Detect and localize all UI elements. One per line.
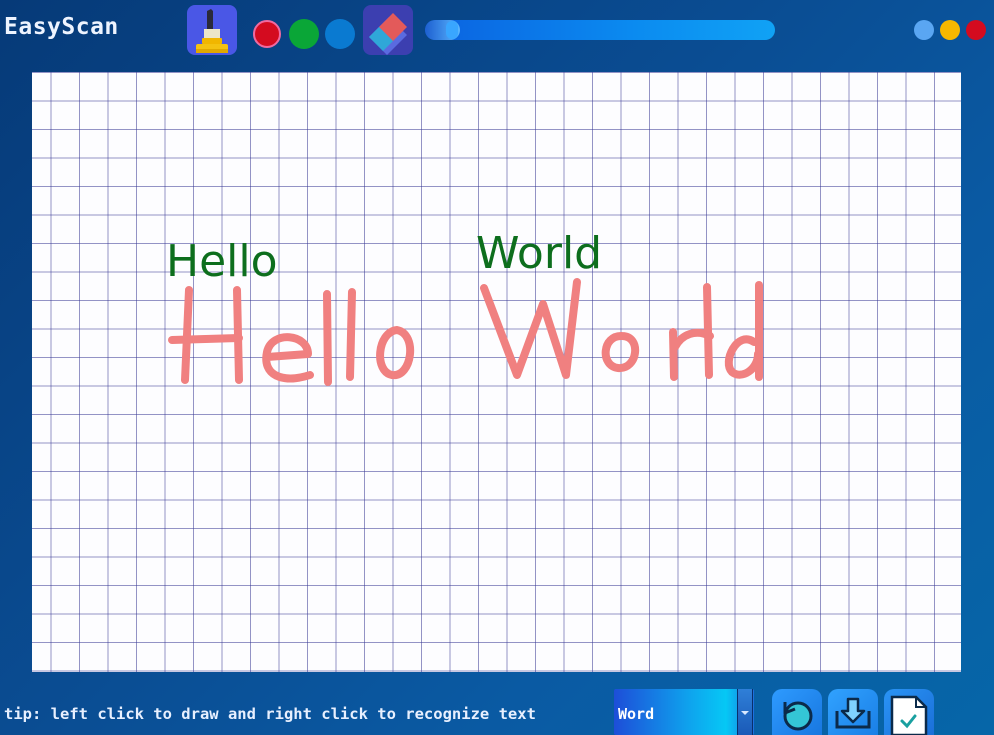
handwritten-letter-w bbox=[480, 278, 581, 379]
refresh-icon bbox=[783, 701, 813, 731]
eraser-icon bbox=[369, 13, 407, 55]
window-maximize-button[interactable] bbox=[940, 20, 960, 40]
download-icon bbox=[835, 697, 871, 729]
color-swatch-blue[interactable] bbox=[325, 19, 355, 49]
handwritten-letter-o2 bbox=[601, 332, 640, 372]
drawing-canvas[interactable]: Hello World bbox=[32, 72, 961, 672]
pen-tool-button[interactable] bbox=[187, 5, 237, 55]
handwritten-letter-r bbox=[669, 328, 678, 381]
marker-pen-icon bbox=[196, 9, 228, 53]
handwritten-letter-l3 bbox=[703, 283, 713, 379]
eraser-tool-button[interactable] bbox=[363, 5, 413, 55]
reset-button[interactable] bbox=[772, 689, 822, 735]
handwriting-strokes bbox=[168, 278, 763, 386]
dropdown-toggle[interactable] bbox=[737, 689, 753, 735]
handwritten-letter-l bbox=[323, 290, 332, 386]
recognition-mode-value: Word bbox=[618, 705, 655, 723]
progress-bar[interactable] bbox=[425, 20, 775, 40]
app-title: EasyScan bbox=[4, 14, 119, 40]
chevron-down-icon bbox=[741, 711, 749, 715]
handwritten-letter-h bbox=[181, 286, 193, 384]
handwritten-letter-l2 bbox=[346, 288, 356, 381]
color-swatch-green[interactable] bbox=[289, 19, 319, 49]
window-minimize-button[interactable] bbox=[914, 20, 934, 40]
document-check-icon bbox=[890, 695, 928, 735]
recognize-button[interactable] bbox=[884, 689, 934, 735]
window-close-button[interactable] bbox=[966, 20, 986, 40]
download-button[interactable] bbox=[828, 689, 878, 735]
color-swatch-red[interactable] bbox=[253, 20, 281, 48]
recognition-mode-select[interactable]: Word bbox=[614, 689, 754, 735]
handwritten-letter-o bbox=[376, 326, 415, 379]
tip-text: tip: left click to draw and right click … bbox=[4, 705, 536, 723]
handwritten-letter-e bbox=[262, 333, 314, 383]
progress-handle[interactable] bbox=[446, 21, 458, 39]
